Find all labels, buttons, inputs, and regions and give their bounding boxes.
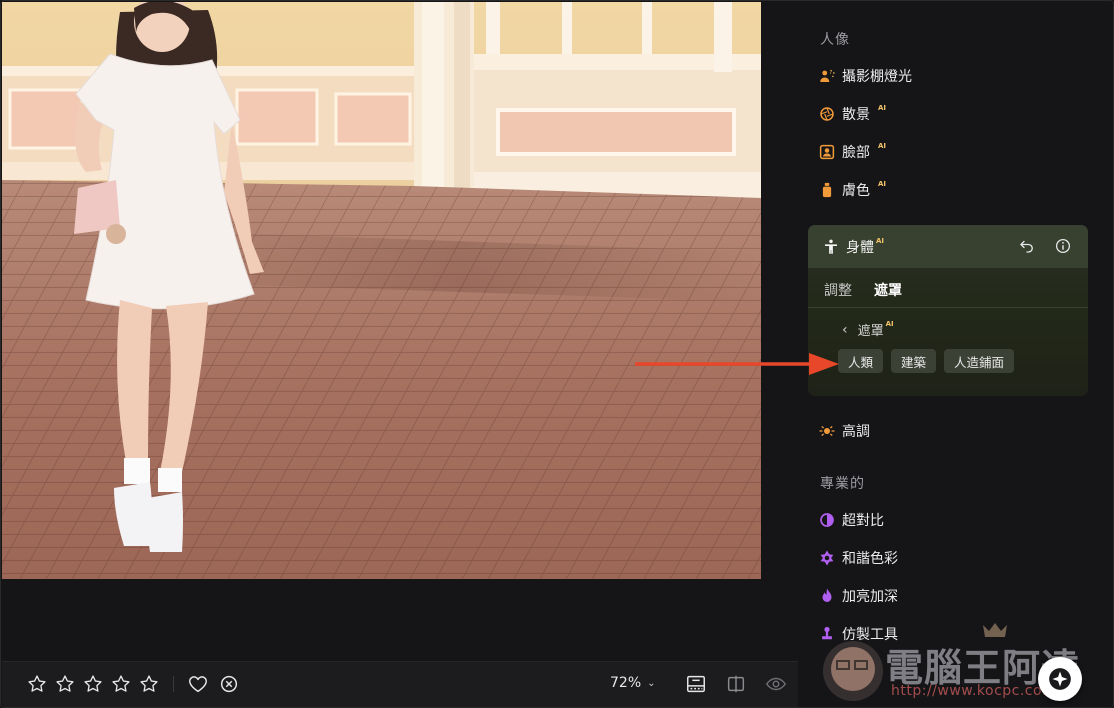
face-icon [819,144,835,160]
edited-photo[interactable] [2,2,761,579]
dodge-burn-icon [822,588,832,602]
tool-label: 和諧色彩 [842,551,898,567]
rating-star-2-icon[interactable] [55,674,75,694]
mask-chip-human[interactable]: 人類 [838,349,884,373]
body-tool-panel: 身體 AI 調整 遮罩 ‹ 遮罩 AI 人類 建築 人造鋪面 [808,225,1088,396]
tool-label: 膚色 [842,183,870,199]
tab-adjust[interactable]: 調整 [824,280,852,300]
skin-tone-icon [822,182,832,198]
app-window: 72% ⌄ 人像 攝影棚燈光 散景 AI 臉部 AI 膚色 AI 身體 AI 調… [0,0,1114,708]
mask-chip-building[interactable]: 建築 [891,349,937,373]
tool-label: 高調 [842,424,870,440]
tool-super-contrast[interactable]: 超對比 [818,507,884,533]
high-key-icon [819,425,835,437]
body-figure-icon [825,239,837,254]
tool-label: 散景 [842,107,870,123]
chevron-left-icon: ‹ [842,321,848,338]
reject-icon[interactable] [218,673,240,695]
zoom-value: 72% [610,675,642,691]
super-contrast-icon [820,513,834,527]
tool-dodge-burn[interactable]: 加亮加深 [818,583,898,609]
tool-label: 臉部 [842,145,870,161]
sparkle-icon [1049,668,1071,690]
pro-section-title: 專業的 [820,476,865,492]
ai-assist-button[interactable] [1038,657,1082,701]
compare-split-icon[interactable] [725,673,747,695]
body-panel-tabs: 調整 遮罩 [808,268,1088,308]
preview-eye-icon[interactable] [765,673,787,695]
annotation-arrow-icon [635,353,839,375]
zoom-dropdown[interactable]: 72% ⌄ [610,675,656,691]
undo-icon[interactable] [1018,237,1036,255]
ai-badge: AI [878,180,887,188]
tool-skin-tone[interactable]: 膚色 AI [818,177,886,203]
rating-star-4-icon[interactable] [111,674,131,694]
mask-back-button[interactable]: ‹ 遮罩 AI [842,319,894,340]
rating-star-1-icon[interactable] [27,674,47,694]
mask-chip-pavement[interactable]: 人造鋪面 [944,349,1015,373]
tool-color-harmony[interactable]: 和諧色彩 [818,545,898,571]
filmstrip-icon[interactable] [685,673,707,695]
mask-back-label: 遮罩 [857,324,884,339]
tab-mask[interactable]: 遮罩 [874,280,902,300]
ai-badge: AI [878,104,887,112]
portrait-section-title: 人像 [820,32,850,48]
photo-canvas[interactable] [2,2,794,659]
body-panel-title-text: 身體 [846,240,874,256]
toolbar-divider [173,676,174,692]
tool-bokeh[interactable]: 散景 AI [818,101,886,127]
rating-star-3-icon[interactable] [83,674,103,694]
tool-high-key[interactable]: 高調 [818,418,870,444]
ai-badge: AI [878,142,887,150]
tools-sidebar: 人像 攝影棚燈光 散景 AI 臉部 AI 膚色 AI 身體 AI 調整 遮罩 ‹… [798,1,1113,707]
color-harmony-icon [820,550,834,566]
bottom-toolbar: 72% ⌄ [2,661,798,707]
favorite-heart-icon[interactable] [187,673,209,695]
tool-label: 超對比 [842,513,884,529]
ai-badge: AI [885,319,894,328]
tool-label: 攝影棚燈光 [842,69,912,85]
info-icon[interactable] [1054,237,1072,255]
body-panel-title: 身體 AI [822,237,884,257]
tool-face[interactable]: 臉部 AI [818,139,886,165]
tool-label: 加亮加深 [842,589,898,605]
bokeh-icon [820,107,834,121]
chevron-down-icon: ⌄ [647,677,656,689]
studio-light-icon [820,69,835,82]
body-panel-header[interactable]: 身體 AI [808,225,1088,268]
rating-star-5-icon[interactable] [139,674,159,694]
ai-badge: AI [876,237,885,245]
tool-studio-light[interactable]: 攝影棚燈光 [818,63,912,89]
